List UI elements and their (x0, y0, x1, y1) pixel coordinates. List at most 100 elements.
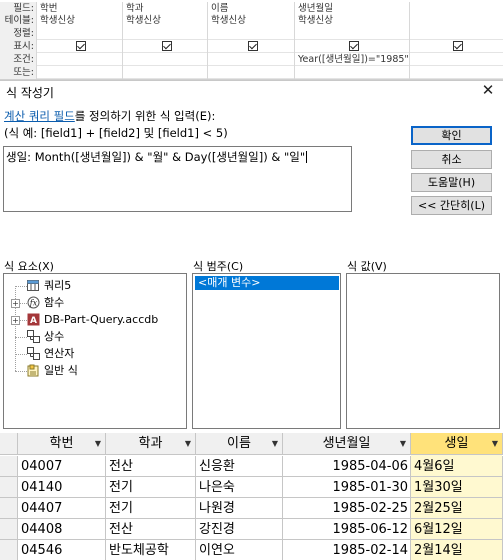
design-grid-cell[interactable] (207, 66, 294, 79)
expression-input[interactable]: 생일: Month([생년월일]) & "월" & Day([생년월일]) & … (3, 146, 352, 212)
dropdown-arrow-icon[interactable]: ▼ (492, 433, 498, 455)
design-grid-cell[interactable] (294, 27, 409, 40)
show-checkbox[interactable] (348, 41, 359, 51)
row-selector[interactable] (0, 477, 18, 498)
table-cell[interactable]: 04007 (18, 456, 106, 477)
design-grid-cell[interactable] (294, 40, 409, 53)
table-cell[interactable]: 2월25일 (411, 498, 503, 519)
table-cell[interactable]: 이연오 (196, 540, 283, 560)
table-cell[interactable]: 나은숙 (196, 477, 283, 498)
dropdown-arrow-icon[interactable]: ▼ (185, 433, 191, 455)
design-grid-cell[interactable] (122, 53, 207, 66)
table-cell[interactable]: 2월14일 (411, 540, 503, 560)
elements-label: 식 요소(X) (4, 260, 54, 273)
row-selector[interactable] (0, 498, 18, 519)
table-row[interactable]: 04407 전기 나원경 1985-02-25 2월25일 (18, 498, 503, 519)
table-cell[interactable]: 04546 (18, 540, 106, 560)
table-cell[interactable]: 전기 (106, 477, 196, 498)
table-row[interactable]: 04007 전산 신응환 1985-04-06 4월6일 (18, 456, 503, 477)
design-grid-cell[interactable] (294, 66, 409, 79)
column-header[interactable]: 이름 ▼ (196, 433, 283, 455)
instruction-rest: 를 정의하기 위한 식 입력(E): (74, 109, 216, 123)
table-row[interactable]: 04546 반도체공학 이연오 1985-02-14 2월14일 (18, 540, 503, 560)
table-cell[interactable]: 신응환 (196, 456, 283, 477)
table-cell[interactable]: 1985-02-25 (283, 498, 411, 519)
design-grid-cell[interactable] (409, 53, 503, 66)
table-cell[interactable]: 1985-01-30 (283, 477, 411, 498)
design-grid-row-label: 표시: (0, 40, 36, 53)
design-grid-row: 표시: (0, 40, 503, 53)
design-grid-cell[interactable] (122, 40, 207, 53)
table-cell[interactable]: 04140 (18, 477, 106, 498)
table-row[interactable]: 04408 전산 강진경 1985-06-12 6월12일 (18, 519, 503, 540)
expression-elements-tree[interactable]: 쿼리5 + fx 함수 + A DB-Part-Query.accdb 상수 연산자 일반 식 (3, 273, 187, 429)
table-cell[interactable]: 전산 (106, 456, 196, 477)
show-checkbox[interactable] (161, 41, 172, 51)
design-grid-cell[interactable] (409, 40, 503, 53)
table-cell[interactable]: 강진경 (196, 519, 283, 540)
dropdown-arrow-icon[interactable]: ▼ (272, 433, 278, 455)
column-header[interactable]: 학번 ▼ (18, 433, 106, 455)
column-header[interactable]: 학과 ▼ (106, 433, 196, 455)
design-grid-cell[interactable]: 학생신상 (207, 14, 294, 27)
calculated-field-link[interactable]: 계산 쿼리 필드 (4, 109, 75, 123)
table-cell[interactable]: 04408 (18, 519, 106, 540)
tree-item[interactable]: 상수 (4, 329, 184, 345)
tree-item[interactable]: 일반 식 (4, 363, 184, 379)
tree-item[interactable]: + A DB-Part-Query.accdb (4, 312, 184, 328)
design-grid-cell[interactable] (207, 40, 294, 53)
cancel-button[interactable]: 취소 (411, 150, 492, 169)
row-selector[interactable] (0, 519, 18, 540)
expression-values-list[interactable] (346, 273, 500, 429)
dropdown-arrow-icon[interactable]: ▼ (95, 433, 101, 455)
design-grid-cell[interactable]: 학생신상 (36, 14, 122, 27)
table-cell[interactable]: 반도체공학 (106, 540, 196, 560)
category-item-parameters[interactable]: <매개 변수> (195, 276, 339, 290)
table-cell[interactable]: 1985-02-14 (283, 540, 411, 560)
table-cell[interactable]: 전기 (106, 498, 196, 519)
show-checkbox[interactable] (453, 41, 463, 51)
expression-categories-list[interactable]: <매개 변수> (192, 273, 341, 429)
expand-icon[interactable]: + (11, 299, 20, 308)
help-button[interactable]: 도움말(H) (411, 173, 492, 192)
row-selector[interactable] (0, 456, 18, 477)
design-grid-cell[interactable] (207, 27, 294, 40)
show-checkbox[interactable] (76, 41, 86, 51)
close-icon[interactable]: ✕ (479, 81, 497, 99)
table-cell[interactable]: 1985-06-12 (283, 519, 411, 540)
column-header[interactable]: 생년월일 ▼ (283, 433, 411, 455)
design-grid-cell[interactable]: 학생신상 (294, 14, 409, 27)
table-cell[interactable]: 전산 (106, 519, 196, 540)
design-grid-cell[interactable]: 학생신상 (122, 14, 207, 27)
design-grid-cell[interactable] (36, 27, 122, 40)
design-grid-cell[interactable] (122, 27, 207, 40)
design-grid-cell[interactable]: Year([생년월일])="1985" (294, 53, 409, 66)
ok-button[interactable]: 확인 (411, 126, 492, 145)
design-grid-cell[interactable] (409, 66, 503, 79)
tree-item[interactable]: + fx 함수 (4, 295, 184, 311)
table-cell[interactable]: 04407 (18, 498, 106, 519)
column-header[interactable]: 생일 ▼ (411, 433, 503, 455)
design-grid-cell[interactable] (409, 14, 503, 27)
dropdown-arrow-icon[interactable]: ▼ (400, 433, 406, 455)
show-checkbox[interactable] (247, 41, 258, 51)
table-cell[interactable]: 1985-04-06 (283, 456, 411, 477)
design-grid-cell[interactable] (36, 40, 122, 53)
design-grid-cell[interactable] (36, 66, 122, 79)
design-grid-cell[interactable] (207, 53, 294, 66)
table-cell[interactable]: 1월30일 (411, 477, 503, 498)
table-cell[interactable]: 4월6일 (411, 456, 503, 477)
less-button[interactable]: << 간단히(L) (411, 196, 492, 215)
table-cell[interactable]: 나원경 (196, 498, 283, 519)
table-row[interactable]: 04140 전기 나은숙 1985-01-30 1월30일 (18, 477, 503, 498)
design-grid-cell[interactable] (36, 53, 122, 66)
table-cell[interactable]: 6월12일 (411, 519, 503, 540)
tree-item[interactable]: 쿼리5 (4, 278, 184, 294)
select-all-corner[interactable] (0, 433, 18, 455)
expand-icon[interactable]: + (11, 316, 20, 325)
tree-item[interactable]: 연산자 (4, 346, 184, 362)
design-grid-cell[interactable] (122, 66, 207, 79)
row-selector[interactable] (0, 540, 18, 560)
design-grid-cell[interactable] (409, 27, 503, 40)
column-header-label: 생일 (444, 436, 469, 451)
